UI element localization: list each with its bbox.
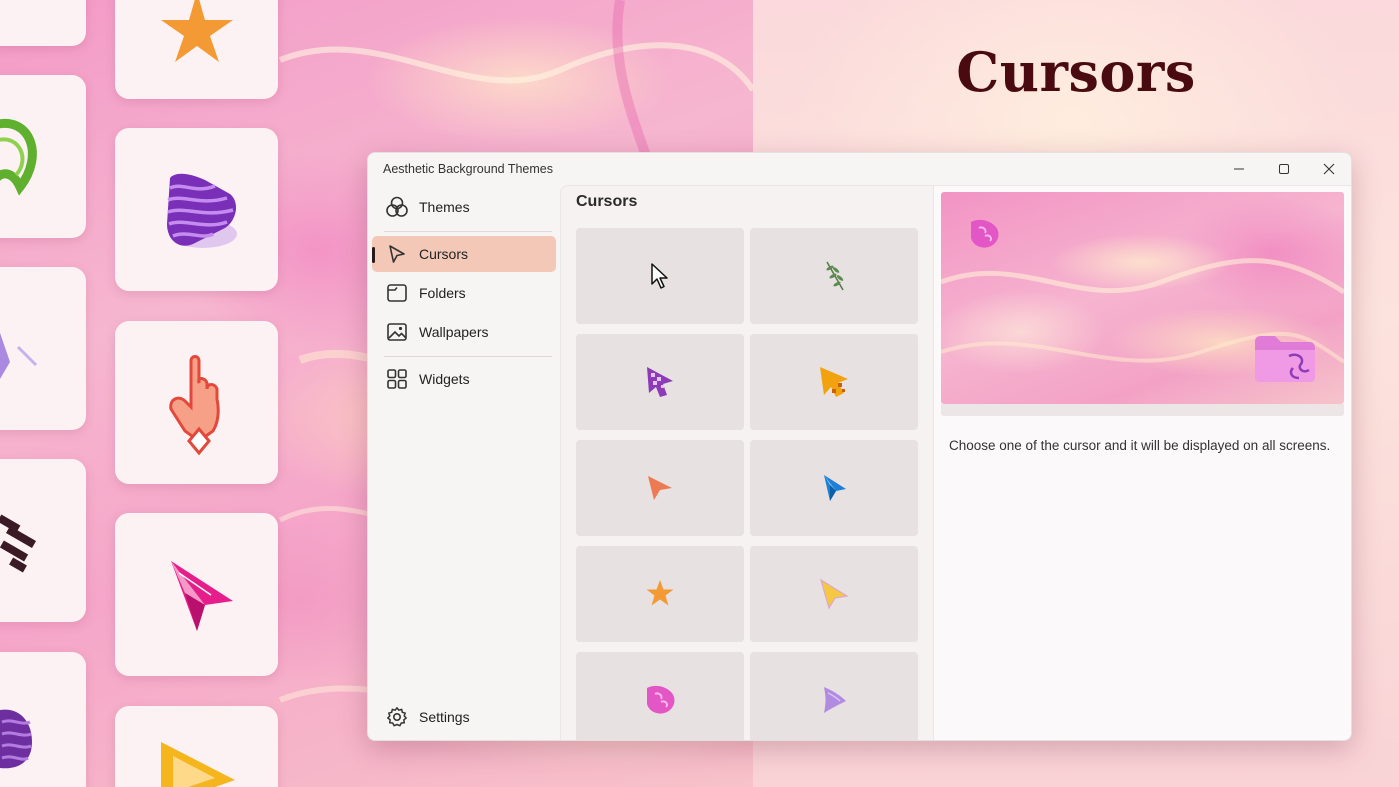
pink-blob-cursor-preview-icon [971, 219, 999, 248]
widgets-icon [386, 368, 408, 390]
cursor-card-orange-star[interactable] [576, 546, 744, 642]
sidebar-item-widgets[interactable]: Widgets [372, 361, 556, 397]
cursor-gallery: Cursors [560, 185, 933, 740]
yellow-arrow-icon [161, 742, 235, 787]
preview-description: Choose one of the cursor and it will be … [949, 438, 1331, 453]
preview-wallpaper [941, 192, 1344, 404]
preview-tile [0, 652, 86, 787]
maximize-icon [1278, 164, 1289, 174]
cursor-card-leaf-sprig[interactable] [750, 228, 918, 324]
lavender-cursor-icon [0, 332, 38, 379]
preview-tile [115, 706, 278, 787]
sidebar-divider [384, 231, 552, 232]
orange-pixel-cursor-icon [820, 367, 848, 397]
cursor-card-blue-geometric[interactable] [750, 440, 918, 536]
magenta-geometric-cursor-icon [171, 561, 233, 631]
classic-arrow-cursor-icon [651, 263, 668, 289]
blue-geometric-cursor-icon [824, 475, 846, 501]
gear-icon [386, 706, 408, 728]
cursor-card-pink-blob[interactable] [576, 652, 744, 740]
sidebar: Themes Cursors Folders Wallpapers Widget… [368, 185, 560, 740]
sidebar-item-label: Widgets [419, 371, 470, 387]
sidebar-item-themes[interactable]: Themes [372, 189, 556, 225]
minimize-icon [1233, 168, 1244, 170]
window-controls [1216, 153, 1351, 185]
sidebar-item-label: Folders [419, 285, 466, 301]
preview-tile [115, 321, 278, 484]
title-bar[interactable]: Aesthetic Background Themes [368, 153, 1351, 185]
preview-tile [0, 459, 86, 622]
sidebar-item-settings[interactable]: Settings [372, 699, 556, 735]
dark-pixel-cursor-icon [0, 514, 36, 573]
themes-icon [386, 196, 408, 218]
orange-arrow-cursor-icon [648, 476, 672, 500]
cursor-card-purple-pixel[interactable] [576, 334, 744, 430]
cursor-card-lavender-arrow[interactable] [750, 652, 918, 740]
hero-title: Cursors [956, 40, 1196, 104]
purple-wave-triangle-icon [167, 173, 237, 248]
cursor-icon [386, 243, 408, 265]
cursor-card-orange-arrow[interactable] [576, 440, 744, 536]
purple-wave-icon [0, 709, 32, 769]
sidebar-divider [384, 356, 552, 357]
sidebar-item-wallpapers[interactable]: Wallpapers [372, 314, 556, 350]
cursor-card-classic-arrow[interactable] [576, 228, 744, 324]
preview-footer [941, 404, 1344, 416]
maximize-button[interactable] [1261, 153, 1306, 185]
pink-blob-cursor-icon [647, 685, 675, 714]
lavender-arrow-cursor-icon [824, 687, 846, 713]
cursor-card-yellow-arrow[interactable] [750, 546, 918, 642]
sidebar-item-cursors[interactable]: Cursors [372, 236, 556, 272]
yellow-arrow-cursor-icon [819, 578, 849, 610]
preview-tile [115, 513, 278, 676]
star-icon [161, 0, 233, 62]
hand-pointer-icon [169, 355, 220, 456]
minimize-button[interactable] [1216, 153, 1261, 185]
leaf-icon [0, 118, 37, 196]
close-icon [1323, 163, 1334, 175]
preview-tile [0, 0, 86, 46]
cursor-card-orange-pixel[interactable] [750, 334, 918, 430]
close-button[interactable] [1306, 153, 1351, 185]
sidebar-item-label: Wallpapers [419, 324, 489, 340]
settings-label: Settings [419, 709, 470, 725]
app-window: Aesthetic Background Themes Themes Curso… [367, 152, 1352, 741]
preview-pane: Choose one of the cursor and it will be … [933, 185, 1351, 740]
preview-tile [0, 267, 86, 430]
sidebar-item-folders[interactable]: Folders [372, 275, 556, 311]
orange-star-cursor-icon [646, 580, 674, 606]
sidebar-item-label: Cursors [419, 246, 469, 262]
preview-tile [115, 0, 278, 99]
preview-tile [115, 128, 278, 291]
window-title: Aesthetic Background Themes [383, 162, 554, 176]
content-title: Cursors [576, 193, 638, 210]
purple-pixel-cursor-icon [647, 367, 673, 397]
leaf-sprig-cursor-icon [826, 261, 844, 291]
folder-icon [386, 282, 408, 304]
folder-preview-icon [1255, 336, 1315, 382]
preview-tile [0, 75, 86, 238]
image-icon [386, 321, 408, 343]
selection-indicator [372, 247, 375, 263]
sidebar-item-label: Themes [419, 199, 470, 215]
